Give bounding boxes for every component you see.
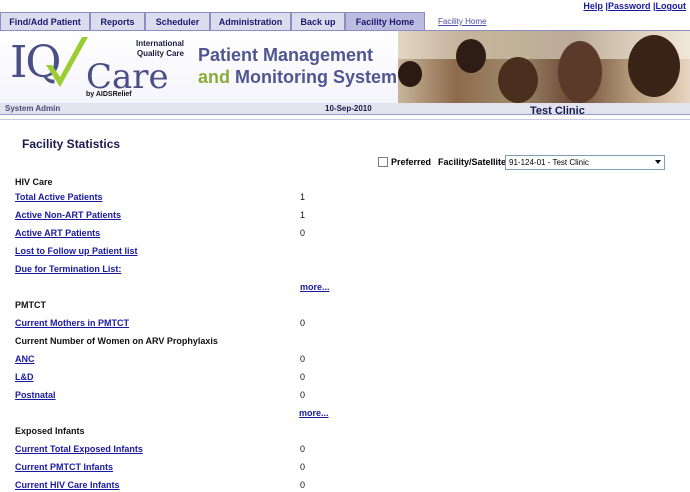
current-pmtct-infants-value: 0 [300, 462, 306, 472]
top-links: Help |Password |Logout [583, 1, 686, 11]
password-link[interactable]: Password [608, 1, 651, 11]
l-and-d-link[interactable]: L&D [15, 372, 34, 382]
anc-link[interactable]: ANC [15, 354, 35, 364]
section-heading-exposed-infants: Exposed Infants [15, 426, 85, 436]
tab-find-add-patient[interactable]: Find/Add Patient [0, 12, 90, 31]
facility-filter: Preferred Facility/Satellite [378, 157, 506, 167]
page-title: Facility Statistics [22, 137, 121, 151]
system-bar: System Admin 10-Sep-2010 [0, 103, 690, 115]
logo-tagline: International Quality Care [135, 39, 184, 58]
section-heading-pmtct: PMTCT [15, 300, 46, 310]
postnatal-value: 0 [300, 390, 306, 400]
facility-home-sublink[interactable]: Facility Home [438, 17, 486, 26]
total-active-patients-value: 1 [300, 192, 306, 202]
preferred-checkbox[interactable] [378, 157, 388, 167]
current-mothers-pmtct-value: 0 [300, 318, 306, 328]
content-divider [0, 119, 690, 120]
tab-scheduler[interactable]: Scheduler [145, 12, 210, 31]
preferred-label: Preferred [391, 157, 432, 167]
pmtct-more-link[interactable]: more... [299, 408, 329, 418]
banner-photo [398, 31, 690, 103]
current-total-exposed-infants-value: 0 [300, 444, 306, 454]
clinic-name: Test Clinic [530, 105, 585, 117]
current-mothers-pmtct-link[interactable]: Current Mothers in PMTCT [15, 318, 129, 328]
active-art-patients-value: 0 [300, 228, 306, 238]
header-banner: IQ Care International Quality Care by AI… [0, 31, 690, 103]
total-active-patients-link[interactable]: Total Active Patients [15, 192, 103, 202]
app-title: Patient Management and Monitoring System [198, 45, 398, 87]
due-for-termination-link[interactable]: Due for Termination List: [15, 264, 121, 274]
logo-by-aidsrelief: by AIDSRelief [86, 91, 132, 98]
facility-select[interactable]: 91-124-01 - Test Clinic [505, 155, 665, 170]
main-tabs: Find/Add Patient Reports Scheduler Admin… [0, 12, 425, 31]
current-total-exposed-infants-link[interactable]: Current Total Exposed Infants [15, 444, 143, 454]
arv-prophylaxis-heading: Current Number of Women on ARV Prophylax… [15, 336, 218, 346]
facility-label: Facility/Satellite [438, 157, 507, 167]
chevron-down-icon [655, 160, 661, 164]
current-pmtct-infants-link[interactable]: Current PMTCT Infants [15, 462, 113, 472]
lost-to-follow-up-link[interactable]: Lost to Follow up Patient list [15, 246, 138, 256]
checkmark-icon [46, 37, 88, 87]
postnatal-link[interactable]: Postnatal [15, 390, 56, 400]
iqcare-logo: IQ Care International Quality Care by AI… [8, 35, 190, 99]
current-hiv-care-infants-link[interactable]: Current HIV Care Infants [15, 480, 120, 490]
anc-value: 0 [300, 354, 306, 364]
help-link[interactable]: Help [583, 1, 603, 11]
active-non-art-patients-value: 1 [300, 210, 306, 220]
active-art-patients-link[interactable]: Active ART Patients [15, 228, 100, 238]
current-hiv-care-infants-value: 0 [300, 480, 306, 490]
current-date: 10-Sep-2010 [325, 104, 372, 113]
facility-select-value: 91-124-01 - Test Clinic [509, 158, 589, 167]
logout-link[interactable]: Logout [656, 1, 687, 11]
active-non-art-patients-link[interactable]: Active Non-ART Patients [15, 210, 121, 220]
l-and-d-value: 0 [300, 372, 306, 382]
tab-reports[interactable]: Reports [90, 12, 145, 31]
current-user: System Admin [5, 104, 61, 113]
tab-facility-home[interactable]: Facility Home [345, 12, 425, 31]
tab-administration[interactable]: Administration [210, 12, 291, 31]
hiv-care-more-link[interactable]: more... [300, 282, 330, 292]
tab-back-up[interactable]: Back up [291, 12, 345, 31]
section-heading-hiv-care: HIV Care [15, 177, 53, 187]
